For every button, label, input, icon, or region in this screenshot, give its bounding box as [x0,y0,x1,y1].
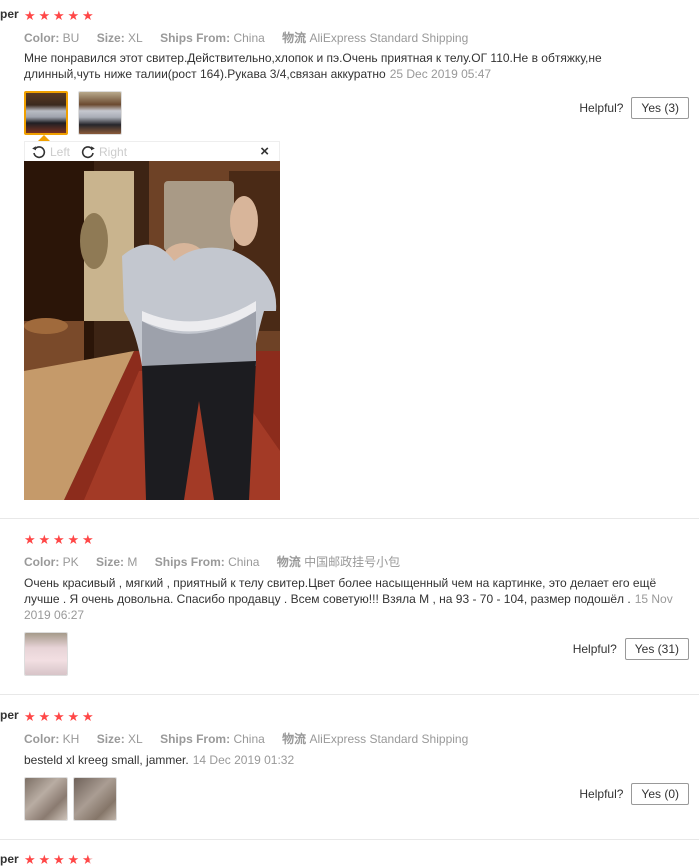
size-value: XL [128,732,143,746]
review-photo-thumb[interactable] [24,777,68,821]
viewer-toolbar: Left Right × [24,141,280,161]
helpful-label: Helpful? [572,642,617,656]
logistics-label: 物流 [282,732,307,746]
logistics-label: 物流 [282,31,307,45]
helpful-group: Helpful? Yes (3) [579,97,689,119]
color-label: Color: [24,732,60,746]
color-value: PK [62,555,79,569]
helpful-group: Helpful? Yes (0) [579,783,689,805]
logistics-value: AliExpress Standard Shipping [309,31,469,45]
size-label: Size: [96,31,125,45]
star-icon: ★ [38,532,51,547]
sku-info: Color: PK Size: M Ships From: China 物流 中… [24,553,414,570]
ships-from-value: China [233,732,265,746]
star-icon: ★ [67,532,80,547]
star-icon: ★ [67,709,80,724]
rotate-right-button[interactable]: Right [80,144,127,160]
star-icon: ★ [24,852,36,866]
logistics-value: 中国邮政挂号小包 [304,555,401,569]
helpful-label: Helpful? [579,101,624,115]
review-text: besteld xl kreeg small, jammer. 14 Dec 20… [24,752,674,768]
star-icon: ★ [24,8,36,23]
star-icon: ★ [24,709,36,724]
review-3: per ★ ★ ★ ★ ★ Color: KH Size: XL Ships From:… [0,695,699,840]
helpful-yes-button[interactable]: Yes (3) [631,97,689,119]
star-icon: ★ [82,8,94,23]
review-photo-thumb[interactable] [24,632,68,676]
color-value: BU [62,31,80,45]
helpful-yes-button[interactable]: Yes (31) [624,638,689,660]
review-text: Мне понравился этот свитер.Действительно… [24,50,674,82]
helpful-yes-button[interactable]: Yes (0) [631,783,689,805]
review-body: Мне понравился этот свитер.Действительно… [24,51,602,81]
star-icon: ★ [38,852,51,866]
review-1: per ★ ★ ★ ★ ★ Color: BU Size: XL Ships From:… [0,0,699,519]
photo-viewer: Left Right × [24,135,280,500]
star-icon: ★ [24,532,36,547]
review-2: ★ ★ ★ ★ ★ Color: PK Size: M Ships From: Chin… [0,519,699,695]
size-value: XL [128,31,143,45]
star-icon: ★ [53,709,65,724]
review-date: 25 Dec 2019 05:47 [389,67,492,81]
sku-info: Color: BU Size: XL Ships From: China 物流 … [24,29,482,46]
star-icon: ★ [67,852,80,866]
logistics-label: 物流 [276,555,301,569]
size-label: Size: [96,732,125,746]
review-body: besteld xl kreeg small, jammer. [24,753,189,767]
color-label: Color: [24,555,60,569]
review-4: per ★ ★ ★ ★ ★ [0,840,699,866]
buyer-name: per [0,708,19,722]
star-icon: ★ [53,532,65,547]
sku-info: Color: KH Size: XL Ships From: China 物流 … [24,730,482,747]
review-photo-thumb[interactable] [78,91,122,135]
star-icon: ★ [82,532,94,547]
ships-from-label: Ships From: [160,732,231,746]
helpful-label: Helpful? [579,787,624,801]
close-icon[interactable]: × [260,143,269,160]
rotate-right-label: Right [99,144,128,159]
review-photo-large [24,161,280,500]
helpful-group: Helpful? Yes (31) [573,638,689,660]
ships-from-value: China [228,555,260,569]
photo-illustration [24,161,280,500]
ships-from-value: China [233,31,265,45]
ships-from-label: Ships From: [160,31,231,45]
rating-stars: ★ ★ ★ ★ ★ [24,9,96,23]
review-photo-thumb[interactable] [24,91,68,135]
rotate-right-icon [81,145,95,158]
review-photo-thumb[interactable] [73,777,117,821]
color-value: KH [62,732,80,746]
size-label: Size: [96,555,125,569]
star-icon: ★ [67,8,80,23]
rotate-left-button[interactable]: Left [31,144,70,160]
review-body: Очень красивый , мягкий , приятный к тел… [24,576,657,606]
ships-from-label: Ships From: [154,555,225,569]
rating-stars: ★ ★ ★ ★ ★ [24,533,96,547]
buyer-name: per [0,852,19,866]
star-icon: ★ [38,709,51,724]
star-icon: ★ [53,852,65,866]
star-icon: ★ [82,709,94,724]
review-text: Очень красивый , мягкий , приятный к тел… [24,575,674,623]
rotate-left-label: Left [50,144,71,159]
review-date: 14 Dec 2019 01:32 [192,753,295,767]
buyer-name: per [0,7,19,21]
rating-stars: ★ ★ ★ ★ ★ [24,710,96,724]
color-label: Color: [24,31,60,45]
logistics-value: AliExpress Standard Shipping [309,732,469,746]
star-icon: ★ [53,8,65,23]
rating-stars: ★ ★ ★ ★ ★ [24,853,96,866]
rotate-left-icon [32,145,46,158]
half-star-icon: ★ [82,852,94,866]
star-icon: ★ [38,8,51,23]
size-value: M [127,555,138,569]
